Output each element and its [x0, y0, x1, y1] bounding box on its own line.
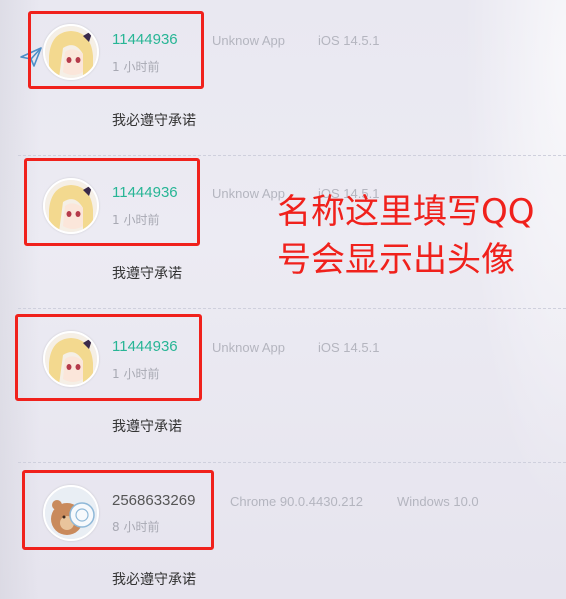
comment-browser: Unknow App — [212, 186, 285, 201]
comment-content: 我遵守承诺 — [112, 419, 182, 435]
comment-item: 2568633269 Chrome 90.0.4430.212 Windows … — [0, 463, 566, 599]
comment-content: 我必遵守承诺 — [112, 572, 196, 588]
comment-item: 11444936 Unknow App iOS 14.5.1 1 小时前 我必遵… — [0, 0, 566, 153]
comment-os: iOS 14.5.1 — [318, 33, 380, 48]
comment-content: 我遵守承诺 — [112, 266, 182, 282]
comment-browser: Unknow App — [212, 33, 285, 48]
comment-item: 11444936 iOS 14.5.1 Unknow App 1 小时前 我遵守… — [0, 309, 566, 461]
highlight-box — [15, 314, 202, 401]
highlight-box — [24, 158, 200, 246]
comment-os: Windows 10.0 — [397, 494, 479, 509]
annotation-text: 名称这里填写QQ号会显示出头像 — [277, 192, 535, 280]
comment-os: iOS 14.5.1 — [318, 340, 380, 355]
comment-browser: Chrome 90.0.4430.212 — [230, 494, 363, 509]
comment-browser: Unknow App — [212, 340, 285, 355]
highlight-box — [22, 470, 214, 550]
highlight-box — [28, 11, 204, 89]
comment-content: 我必遵守承诺 — [112, 113, 196, 129]
